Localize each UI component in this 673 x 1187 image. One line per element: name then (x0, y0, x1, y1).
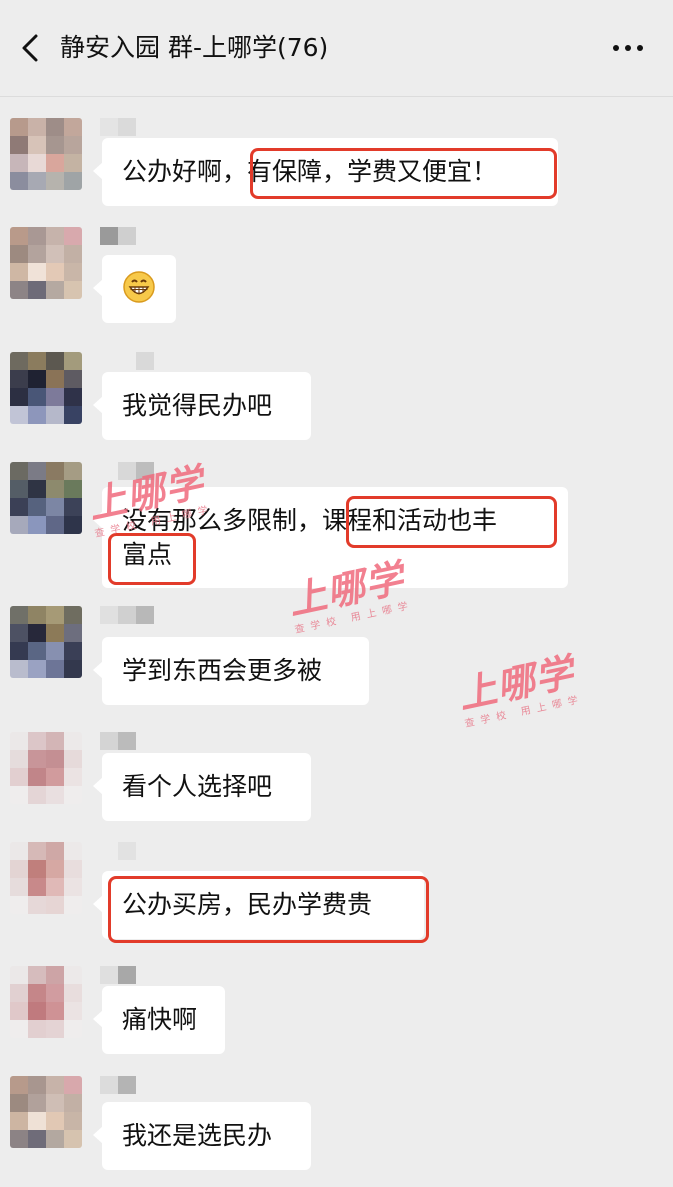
avatar[interactable] (10, 352, 82, 424)
avatar[interactable] (10, 1076, 82, 1148)
sender-name-blurred (136, 352, 154, 370)
sender-name-blurred (100, 732, 136, 750)
message-text: 我觉得民办吧 (122, 391, 273, 420)
avatar[interactable] (10, 966, 82, 1038)
sender-name-blurred (100, 227, 136, 245)
avatar[interactable] (10, 842, 82, 914)
more-options-icon[interactable] (611, 30, 645, 66)
watermark-tagline: 查学校 用上哪学 (463, 693, 585, 730)
message-bubble[interactable]: 痛快啊 (93, 986, 225, 1054)
watermark-tagline: 查学校 用上哪学 (293, 599, 415, 636)
sender-name-blurred (100, 1076, 136, 1094)
avatar[interactable] (10, 118, 82, 190)
back-arrow-icon[interactable] (14, 30, 50, 66)
message-bubble[interactable] (93, 255, 176, 323)
chat-header: 静安入园 群-上哪学(76) (0, 0, 673, 97)
message-bubble[interactable]: 我还是选民办 (93, 1102, 311, 1170)
sender-name-blurred (118, 462, 154, 480)
highlight-box (346, 496, 557, 548)
watermark: 上哪学 查学校 用上哪学 (452, 640, 584, 730)
message-bubble[interactable]: 我觉得民办吧 (93, 372, 311, 440)
avatar[interactable] (10, 227, 82, 299)
sender-name-blurred (118, 842, 136, 860)
message-text: 看个人选择吧 (122, 772, 273, 801)
highlight-box (108, 876, 429, 943)
watermark-brand: 上哪学 (454, 649, 578, 718)
avatar[interactable] (10, 732, 82, 804)
chat-title: 静安入园 群-上哪学(76) (60, 33, 329, 62)
sender-name-blurred (100, 966, 136, 984)
grinning-face-icon (123, 271, 155, 303)
message-text: 痛快啊 (122, 1005, 198, 1034)
message-bubble[interactable]: 看个人选择吧 (93, 753, 311, 821)
sender-name-blurred (100, 118, 136, 136)
avatar[interactable] (10, 606, 82, 678)
sender-name-blurred (100, 606, 154, 624)
message-text: 我还是选民办 (122, 1121, 273, 1150)
message-bubble[interactable]: 学到东西会更多被 (93, 637, 369, 705)
highlight-box (250, 148, 557, 199)
highlight-box (108, 533, 196, 585)
message-text: 学到东西会更多被 (122, 656, 323, 685)
avatar[interactable] (10, 462, 82, 534)
